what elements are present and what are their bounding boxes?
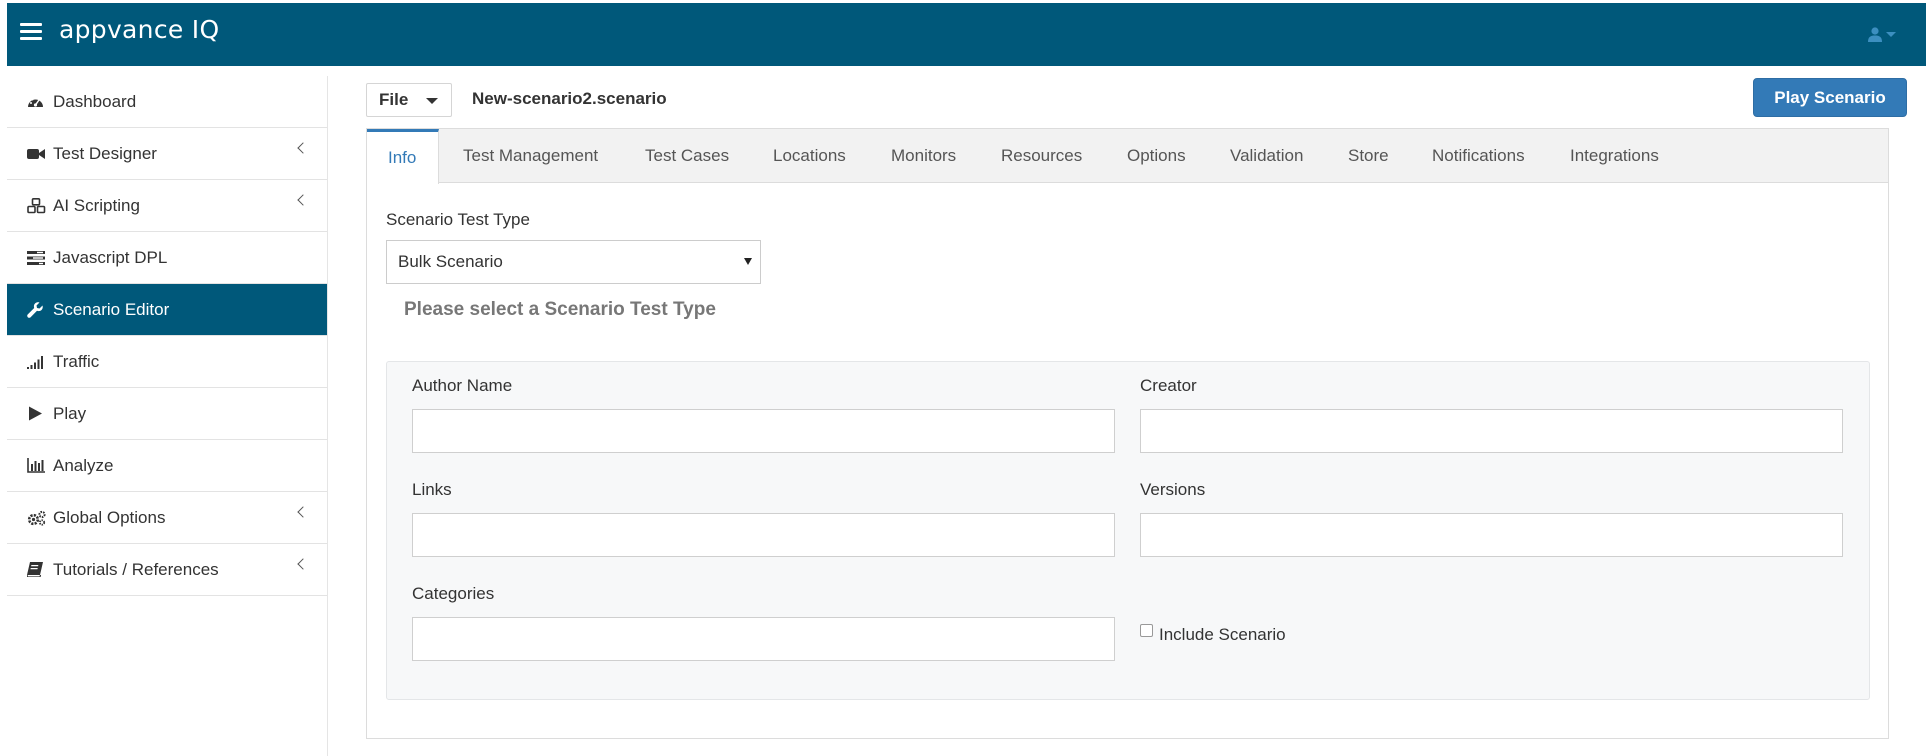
sidebar-item-label: Test Designer	[53, 143, 157, 163]
user-menu[interactable]	[1868, 27, 1896, 42]
app-logo: appvance IQ	[59, 15, 220, 44]
sidebar-item-label: Global Options	[53, 507, 166, 527]
bar-chart-icon	[27, 457, 47, 475]
sidebar-item-label: Play	[53, 403, 87, 423]
sidebar-item-label: Traffic	[53, 351, 100, 371]
creator-label: Creator	[1140, 376, 1197, 395]
tab-store[interactable]: Store	[1348, 129, 1389, 183]
sidebar-item-tutorials-references[interactable]: Tutorials / References	[7, 544, 327, 596]
top-navbar: appvance IQ	[7, 3, 1926, 66]
include-scenario-checkbox[interactable]	[1140, 624, 1153, 637]
cogs-icon	[27, 509, 47, 527]
dashboard-icon	[27, 93, 47, 111]
sidebar-item-label: AI Scripting	[53, 195, 140, 215]
sidebar-item-analyze[interactable]: Analyze	[7, 440, 327, 492]
creator-input[interactable]	[1140, 409, 1843, 453]
sidebar-item-javascript-dpl[interactable]: Javascript DPL	[7, 232, 327, 284]
test-type-hint: Please select a Scenario Test Type	[404, 299, 716, 320]
sidebar-item-label: Dashboard	[53, 91, 137, 111]
versions-label: Versions	[1140, 480, 1206, 499]
tab-monitors[interactable]: Monitors	[891, 129, 956, 183]
versions-input[interactable]	[1140, 513, 1843, 557]
cubes-icon	[27, 197, 47, 215]
author-name-input[interactable]	[412, 409, 1115, 453]
sidebar-item-global-options[interactable]: Global Options	[7, 492, 327, 544]
sidebar-item-label: Analyze	[53, 455, 114, 475]
sidebar-item-scenario-editor[interactable]: Scenario Editor	[7, 284, 327, 336]
chevron-left-icon	[297, 142, 309, 154]
select-value: Bulk Scenario	[398, 252, 503, 271]
scenario-editor-panel: Info Test Management Test Cases Location…	[366, 128, 1889, 739]
sidebar-item-test-designer[interactable]: Test Designer	[7, 128, 327, 180]
app-page: appvance IQ Dashboard Test Designer AI S…	[0, 0, 1926, 756]
include-scenario-label: Include Scenario	[1159, 625, 1286, 644]
tab-info[interactable]: Info	[367, 129, 439, 184]
tab-notifications[interactable]: Notifications	[1432, 129, 1525, 183]
file-menu-button[interactable]: File	[366, 83, 452, 117]
play-icon	[27, 405, 47, 423]
scenario-filename: New-scenario2.scenario	[472, 89, 667, 108]
sidebar-item-ai-scripting[interactable]: AI Scripting	[7, 180, 327, 232]
tasks-icon	[27, 249, 47, 267]
sidebar: Dashboard Test Designer AI Scripting Jav…	[7, 76, 328, 756]
links-label: Links	[412, 480, 452, 499]
sidebar-item-play[interactable]: Play	[7, 388, 327, 440]
info-form: Author Name Creator Links Versions Categ…	[386, 361, 1870, 700]
chevron-left-icon	[297, 558, 309, 570]
chevron-down-icon	[426, 98, 438, 104]
caret-down-icon	[744, 258, 752, 265]
user-icon	[1868, 27, 1882, 42]
scenario-test-type-select[interactable]: Bulk Scenario	[386, 240, 761, 284]
signal-bars-icon	[27, 353, 47, 371]
tab-resources[interactable]: Resources	[1001, 129, 1082, 183]
tab-test-management[interactable]: Test Management	[463, 129, 598, 183]
wrench-icon	[27, 301, 47, 319]
tab-locations[interactable]: Locations	[773, 129, 846, 183]
tab-test-cases[interactable]: Test Cases	[645, 129, 729, 183]
author-name-label: Author Name	[412, 376, 513, 395]
book-icon	[27, 561, 47, 579]
video-camera-icon	[27, 145, 47, 163]
sidebar-item-dashboard[interactable]: Dashboard	[7, 76, 327, 128]
categories-label: Categories	[412, 584, 495, 603]
hamburger-menu-icon[interactable]	[20, 23, 42, 41]
categories-input[interactable]	[412, 617, 1115, 661]
sidebar-item-traffic[interactable]: Traffic	[7, 336, 327, 388]
play-scenario-button[interactable]: Play Scenario	[1753, 78, 1907, 117]
sidebar-item-label: Scenario Editor	[53, 299, 170, 319]
file-button-label: File	[379, 90, 409, 109]
links-input[interactable]	[412, 513, 1115, 557]
chevron-left-icon	[297, 194, 309, 206]
scenario-test-type-label: Scenario Test Type	[386, 210, 530, 229]
sidebar-item-label: Tutorials / References	[53, 559, 219, 579]
tab-options[interactable]: Options	[1127, 129, 1186, 183]
tab-integrations[interactable]: Integrations	[1570, 129, 1659, 183]
sidebar-item-label: Javascript DPL	[53, 247, 168, 267]
chevron-down-icon	[1886, 32, 1896, 37]
tab-validation[interactable]: Validation	[1230, 129, 1303, 183]
tab-bar: Info Test Management Test Cases Location…	[367, 129, 1888, 184]
chevron-left-icon	[297, 506, 309, 518]
